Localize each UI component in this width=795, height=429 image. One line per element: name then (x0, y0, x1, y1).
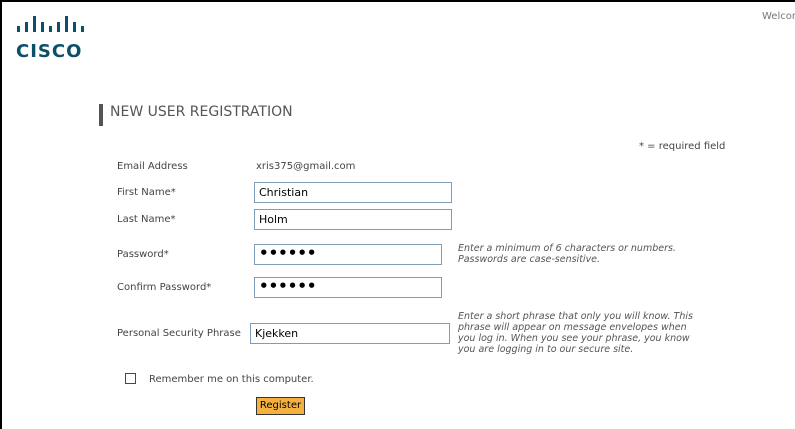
confirm-password-label: Confirm Password* (117, 282, 212, 293)
email-label: Email Address (117, 161, 188, 172)
cisco-bars-icon (17, 16, 84, 32)
remember-me-label[interactable]: Remember me on this computer. (149, 374, 314, 385)
security-phrase-hint-line: Enter a short phrase that only you will … (458, 311, 693, 322)
register-button[interactable]: Register (256, 397, 305, 415)
password-hint: Enter a minimum of 6 characters or numbe… (458, 243, 676, 265)
security-phrase-hint-line: phrase will appear on message envelopes … (458, 322, 687, 333)
last-name-field[interactable]: Holm (254, 209, 452, 230)
last-name-label: Last Name* (117, 214, 176, 225)
password-label: Password* (117, 249, 169, 260)
cisco-logo[interactable]: CISCO (16, 14, 104, 62)
password-field[interactable]: •••••• (254, 244, 442, 265)
security-phrase-hint-line: you are logging in to our secure site. (458, 344, 634, 355)
first-name-label: First Name* (117, 187, 176, 198)
logo-wordmark: CISCO (16, 41, 83, 62)
section-marker (99, 104, 103, 126)
required-field-note: * = required field (639, 141, 726, 152)
remember-me-checkbox[interactable] (125, 373, 136, 384)
security-phrase-label: Personal Security Phrase (117, 328, 241, 339)
security-phrase-hint-line: you log in. When you see your phrase, yo… (458, 333, 690, 344)
window-top-border (0, 0, 795, 2)
welcome-text: Welcome (762, 11, 795, 22)
window-left-border (0, 0, 2, 429)
page-title: NEW USER REGISTRATION (110, 104, 293, 120)
confirm-password-field[interactable]: •••••• (254, 277, 442, 298)
security-phrase-hint: Enter a short phrase that only you will … (458, 311, 693, 355)
first-name-field[interactable]: Christian (254, 182, 452, 203)
password-hint-line: Enter a minimum of 6 characters or numbe… (458, 243, 676, 254)
password-hint-line: Passwords are case-sensitive. (458, 254, 601, 265)
security-phrase-field[interactable]: Kjekken (250, 323, 450, 344)
email-value: xris375@gmail.com (256, 161, 356, 172)
